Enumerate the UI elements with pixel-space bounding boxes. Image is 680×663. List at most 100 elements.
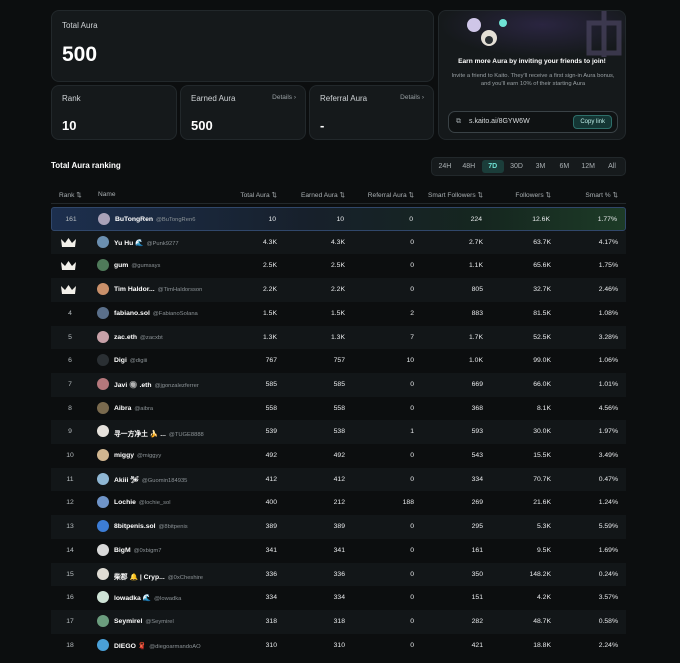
period-tab-7d[interactable]: 7D <box>481 160 504 173</box>
table-row[interactable]: 13 8bitpenis.sol @8bitpenis 389 389 0 295 5.3K 5… <box>51 515 626 539</box>
total-aura-cell: 389 <box>265 523 277 531</box>
smart-followers-cell: 421 <box>471 641 483 649</box>
earned-aura-cell: 492 <box>333 452 345 459</box>
col-total-aura[interactable]: Total Aura ⇅ <box>240 191 277 199</box>
period-tab-24h[interactable]: 24H <box>434 160 456 173</box>
col-referral-aura[interactable]: Referral Aura ⇅ <box>368 191 414 199</box>
table-row[interactable]: 18 DIEGO 🧣 @diegoarmandoAO 310 310 0 421 18.8K 2… <box>51 634 626 658</box>
table-row-current-user[interactable]: 161 BuTongRen @BuTongRen6 10 10 0 224 12.6K 1.77… <box>51 207 626 231</box>
user-handle: @FabianoSolana <box>152 310 198 317</box>
referral-details-link[interactable]: Details › <box>400 94 424 101</box>
copy-link-button[interactable]: Copy link <box>573 115 612 129</box>
user-handle: @jgonzalezferrer <box>154 382 199 389</box>
earned-aura-cell: 585 <box>333 380 345 388</box>
table-row[interactable]: Yu Hu 🌊 @Punk9277 4.3K 4.3K 0 2.7K 63.7K 4.17% <box>51 230 626 255</box>
table-row[interactable]: 16 lowadka 🌊 @lowadka 334 334 0 151 4.2K 3.57% <box>51 586 626 610</box>
col-followers[interactable]: Followers ⇅ <box>515 191 551 199</box>
period-tab-12m[interactable]: 12M <box>577 160 599 173</box>
name-cell[interactable]: lowadka 🌊 @lowadka <box>114 594 181 602</box>
referral-aura-cell: 0 <box>410 475 414 483</box>
followers-cell: 81.5K <box>533 309 551 317</box>
total-aura-cell: 1.3K <box>263 333 277 341</box>
smart-pct-cell: 3.49% <box>598 452 618 459</box>
rank-cell: 161 <box>65 216 77 223</box>
followers-cell: 66.0K <box>533 380 551 388</box>
smart-followers-cell: 368 <box>471 404 483 412</box>
name-cell[interactable]: Lochie @lochie_sol <box>114 499 171 506</box>
col-smart-followers[interactable]: Smart Followers ⇅ <box>428 191 483 199</box>
earned-aura-cell: 336 <box>333 570 345 578</box>
total-aura-card: Total Aura 500 <box>51 10 434 82</box>
name-cell[interactable]: zac.eth @zacxbt <box>114 334 163 341</box>
avatar <box>97 567 109 580</box>
name-cell[interactable]: BuTongRen @BuTongRen6 <box>115 216 195 223</box>
total-aura-cell: 539 <box>265 428 277 436</box>
crown-icon <box>61 237 76 247</box>
period-tab-6m[interactable]: 6M <box>553 160 575 173</box>
name-cell[interactable]: miggy @miggyy <box>114 452 161 459</box>
table-row[interactable]: Tim Haldor... @TimHaldorsson 2.2K 2.2K 0 805 3… <box>51 278 626 302</box>
period-tab-48h[interactable]: 48H <box>458 160 480 173</box>
table-row[interactable]: 5 zac.eth @zacxbt 1.3K 1.3K 7 1.7K 52.5K 3.28% <box>51 325 626 350</box>
smart-followers-cell: 282 <box>471 617 483 625</box>
referral-aura-cell: 0 <box>410 380 414 388</box>
name-cell[interactable]: DIEGO 🧣 @diegoarmandoAO <box>114 642 201 650</box>
followers-cell: 63.7K <box>533 238 551 246</box>
table-row[interactable]: 11 Akiii 🛩 @Guomin184935 412 412 0 334 70.7K 0.4… <box>51 467 626 492</box>
name-cell[interactable]: Tim Haldor... @TimHaldorsson <box>114 286 202 293</box>
name-cell[interactable]: BigM @0xbigm7 <box>114 547 161 554</box>
followers-cell: 12.6K <box>532 216 550 223</box>
name-cell[interactable]: fabiano.sol @FabianoSolana <box>114 310 198 317</box>
avatar <box>97 425 109 438</box>
table-row[interactable]: 7 Javi 🔘 .eth @jgonzalezferrer 585 585 0 669 66… <box>51 372 626 397</box>
avatar <box>97 614 109 627</box>
table-row[interactable]: 4 fabiano.sol @FabianoSolana 1.5K 1.5K 2 883 81… <box>51 302 626 326</box>
followers-cell: 30.0K <box>533 428 551 436</box>
table-row[interactable]: 8 Aibra @aibra 558 558 0 368 8.1K 4.56% <box>51 397 626 421</box>
table-row[interactable]: 12 Lochie @lochie_sol 400 212 188 269 21.6K 1.24… <box>51 491 626 515</box>
period-tab-3m[interactable]: 3M <box>530 160 552 173</box>
referral-aura-cell: 0 <box>410 617 414 625</box>
period-tab-30d[interactable]: 30D <box>506 160 528 173</box>
avatar <box>97 472 109 485</box>
table-row[interactable]: 6 Digi @digiii 767 757 10 1.0K 99.0K 1.06% <box>51 349 626 373</box>
table-row[interactable]: 14 BigM @0xbigm7 341 341 0 161 9.5K 1.69% <box>51 539 626 563</box>
name-cell[interactable]: 寻一方净土 🍌 ... @TUGE8888 <box>114 428 204 438</box>
earned-aura-cell: 389 <box>333 523 345 531</box>
followers-cell: 70.7K <box>533 475 551 483</box>
earned-details-link[interactable]: Details › <box>272 94 296 101</box>
col-rank[interactable]: Rank ⇅ <box>59 191 82 199</box>
display-name: miggy <box>114 452 135 459</box>
col-smart-pct[interactable]: Smart % ⇅ <box>585 191 618 199</box>
user-handle: @gumsays <box>131 263 161 270</box>
smart-followers-cell: 593 <box>471 428 483 436</box>
name-cell[interactable]: 柴郡 🔔 | Cryp... @0xCheshire <box>114 571 203 581</box>
name-cell[interactable]: Javi 🔘 .eth @jgonzalezferrer <box>114 381 199 389</box>
referral-aura-cell: 0 <box>410 262 414 270</box>
rank-cell: 16 <box>66 594 74 602</box>
table-row[interactable]: 10 miggy @miggyy 492 492 0 543 15.5K 3.49% <box>51 444 626 468</box>
name-cell[interactable]: Aibra @aibra <box>114 405 153 412</box>
period-tab-all[interactable]: All <box>601 160 623 173</box>
name-cell[interactable]: Yu Hu 🌊 @Punk9277 <box>114 239 179 247</box>
smart-pct-cell: 3.57% <box>598 594 618 602</box>
name-cell[interactable]: Akiii 🛩 @Guomin184935 <box>114 476 187 484</box>
avatar <box>97 377 109 390</box>
table-row[interactable]: gum @gumsays 2.5K 2.5K 0 1.1K 65.6K 1.75% <box>51 254 626 278</box>
col-earned-aura[interactable]: Earned Aura ⇅ <box>301 191 345 199</box>
earned-aura-cell: 341 <box>333 546 345 554</box>
rank-cell: 5 <box>68 333 72 341</box>
table-row[interactable]: 15 柴郡 🔔 | Cryp... @0xCheshire 336 336 0 350 148… <box>51 562 626 587</box>
earned-aura-value: 500 <box>191 118 213 133</box>
gift-icon <box>586 11 622 57</box>
table-row[interactable]: 9 寻一方净土 🍌 ... @TUGE8888 539 538 1 593 30.0K 1.97… <box>51 420 626 444</box>
name-cell[interactable]: gum @gumsays <box>114 262 160 269</box>
name-cell[interactable]: Seymirel @Seymirel <box>114 618 174 625</box>
avatar-bubble-icon <box>467 18 481 32</box>
rank-cell: 18 <box>66 641 74 649</box>
avatar-bubble-icon <box>499 19 507 27</box>
name-cell[interactable]: 8bitpenis.sol @8bitpenis <box>114 523 188 530</box>
name-cell[interactable]: Digi @digiii <box>114 357 147 364</box>
table-row[interactable]: 17 Seymirel @Seymirel 318 318 0 282 48.7K 0.58% <box>51 609 626 634</box>
display-name: Akiii 🛩 <box>114 476 139 484</box>
